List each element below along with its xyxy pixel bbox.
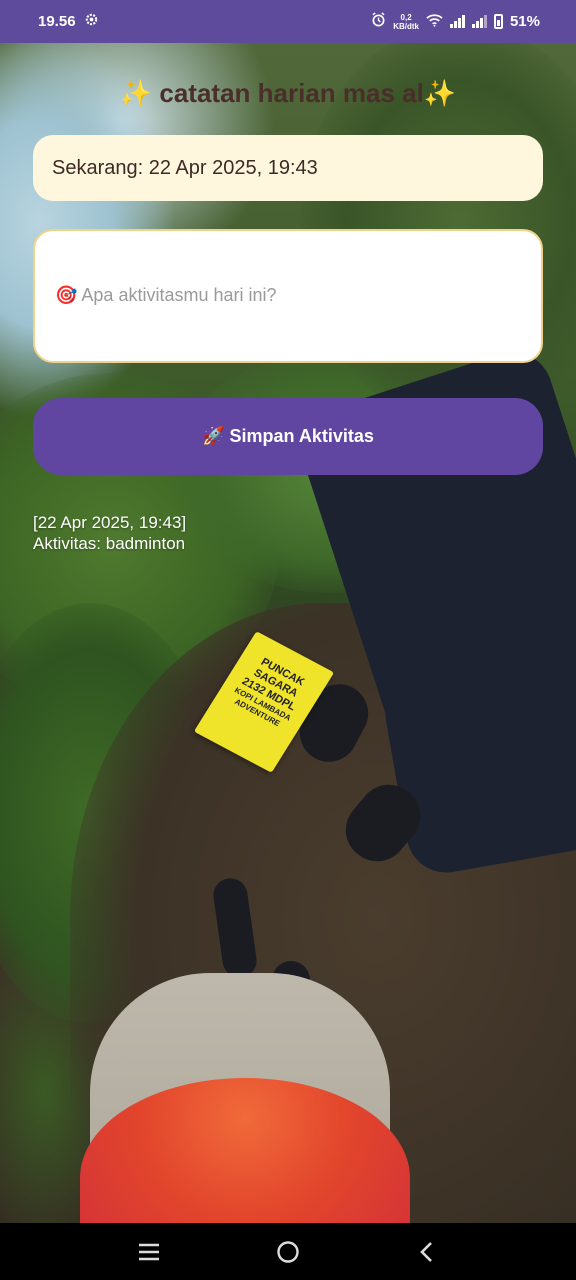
current-time-display: Sekarang: 22 Apr 2025, 19:43 [33,135,543,201]
recents-icon[interactable] [129,1232,169,1272]
network-speed: 0,2 KB/dtk [393,12,419,31]
alarm-icon [371,12,386,31]
navigation-bar [0,1223,576,1280]
app-title: ✨ catatan harian mas al✨ [119,78,457,108]
wifi-icon [426,13,443,31]
background-photo: PUNCAK SAGARA 2132 MDPL KOPI LAMBADA ADV… [0,43,576,1223]
status-time: 19.56 [38,13,76,30]
signal-icon [449,15,465,28]
save-activity-label: 🚀 Simpan Aktivitas [202,426,374,446]
home-icon[interactable] [268,1232,308,1272]
settings-icon [84,12,99,31]
current-time-label: Sekarang: 22 Apr 2025, 19:43 [52,156,318,179]
log-timestamp: [22 Apr 2025, 19:43] [33,513,187,532]
save-activity-button[interactable]: 🚀 Simpan Aktivitas [33,398,543,475]
log-activity: Aktivitas: badminton [33,534,186,553]
battery-level: 51% [509,13,540,30]
activity-input-container[interactable] [33,229,543,363]
activity-log: [22 Apr 2025, 19:43] Aktivitas: badminto… [33,512,186,554]
battery-icon [493,14,503,29]
back-icon[interactable] [407,1232,447,1272]
activity-input[interactable] [55,276,525,316]
signal-icon [471,15,487,28]
status-bar: 19.56 0,2 KB/dtk 51% [0,0,576,43]
